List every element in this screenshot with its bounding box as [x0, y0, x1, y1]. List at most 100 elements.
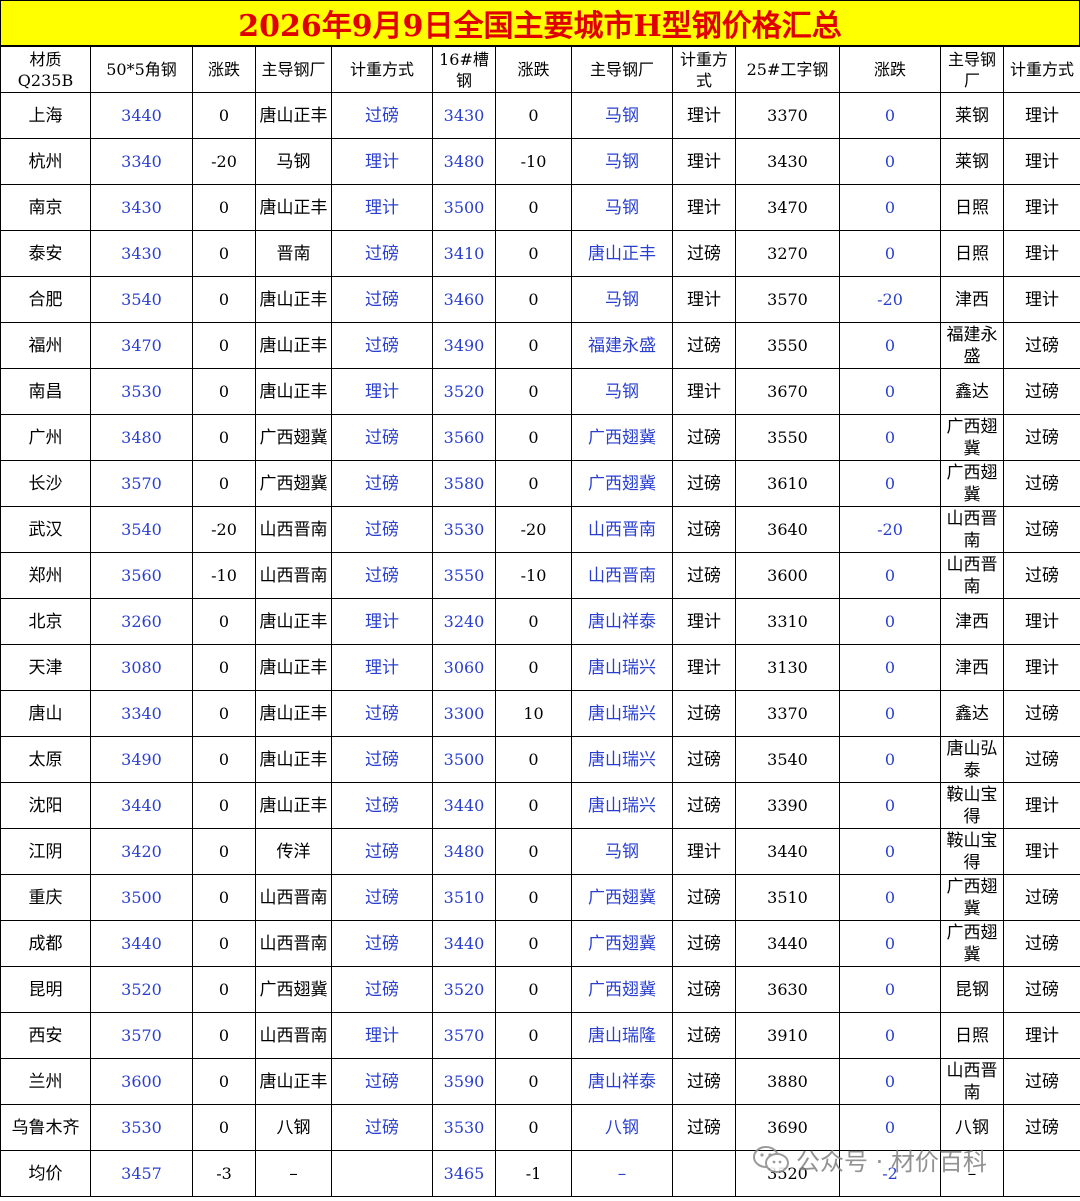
table-row: 长沙 3570 0 广西翅冀 过磅 3580 0 广西翅冀 过磅 3610 0 广西翅冀 过磅 [0, 460, 1080, 507]
cell-channel-mill: 唐山祥泰 [571, 1058, 673, 1105]
cell-angle-mill: 广西翅冀 [255, 966, 332, 1013]
cell-angle-weighing: 理计 [331, 1012, 433, 1059]
cell-ibeam-change: 0 [839, 644, 941, 691]
cell-ibeam-price: 3610 [735, 460, 840, 507]
cell-angle-weighing: 理计 [331, 598, 433, 645]
cell-angle-price: 3260 [90, 598, 193, 645]
cell-city: 长沙 [0, 460, 91, 507]
cell-angle-change: 0 [192, 690, 256, 737]
cell-city: 唐山 [0, 690, 91, 737]
cell-city: 成都 [0, 920, 91, 967]
cell-ibeam-weighing: 理计 [1003, 276, 1080, 323]
cell-channel-price: 3460 [432, 276, 496, 323]
cell-angle-change: 0 [192, 644, 256, 691]
cell-city: 均价 [0, 1150, 91, 1197]
table-row: 唐山 3340 0 唐山正丰 过磅 3300 10 唐山瑞兴 过磅 3370 0 鑫达 过磅 [0, 690, 1080, 737]
cell-ibeam-price: 3550 [735, 322, 840, 369]
cell-angle-weighing: 过磅 [331, 230, 433, 277]
cell-ibeam-price: 3440 [735, 920, 840, 967]
cell-ibeam-mill: 日照 [940, 1012, 1004, 1059]
cell-angle-price: 3560 [90, 552, 193, 599]
header-weighing-1: 计重方式 [331, 46, 433, 93]
cell-channel-weighing: 过磅 [672, 874, 736, 921]
cell-city: 江阴 [0, 828, 91, 875]
cell-angle-change: 0 [192, 1058, 256, 1105]
cell-channel-change: 0 [495, 828, 572, 875]
cell-angle-change: -10 [192, 552, 256, 599]
cell-angle-weighing: 过磅 [331, 414, 433, 461]
cell-channel-change: 0 [495, 874, 572, 921]
cell-channel-price: 3490 [432, 322, 496, 369]
cell-angle-price: 3430 [90, 184, 193, 231]
cell-ibeam-price: 3370 [735, 92, 840, 139]
cell-angle-mill: 山西晋南 [255, 920, 332, 967]
cell-city: 广州 [0, 414, 91, 461]
cell-angle-weighing: 过磅 [331, 1058, 433, 1105]
cell-angle-price: 3570 [90, 1012, 193, 1059]
cell-angle-mill: 唐山正丰 [255, 598, 332, 645]
cell-channel-change: 0 [495, 1012, 572, 1059]
cell-ibeam-mill: 鞍山宝得 [940, 782, 1004, 829]
cell-ibeam-price: 3690 [735, 1104, 840, 1151]
cell-angle-weighing: 理计 [331, 644, 433, 691]
cell-channel-mill: 马钢 [571, 138, 673, 185]
cell-channel-weighing: 理计 [672, 828, 736, 875]
cell-ibeam-weighing: 理计 [1003, 230, 1080, 277]
cell-ibeam-price: 3630 [735, 966, 840, 1013]
cell-ibeam-mill: 莱钢 [940, 92, 1004, 139]
header-weighing-2: 计重方式 [672, 46, 736, 93]
cell-angle-change: 0 [192, 1012, 256, 1059]
table-row: 天津 3080 0 唐山正丰 理计 3060 0 唐山瑞兴 理计 3130 0 津西 理计 [0, 644, 1080, 691]
cell-angle-weighing: 过磅 [331, 920, 433, 967]
cell-angle-mill: 山西晋南 [255, 506, 332, 553]
cell-angle-mill: 唐山正丰 [255, 690, 332, 737]
cell-ibeam-price: 3670 [735, 368, 840, 415]
table-row: 上海 3440 0 唐山正丰 过磅 3430 0 马钢 理计 3370 0 莱钢 理计 [0, 92, 1080, 139]
cell-ibeam-weighing: 过磅 [1003, 920, 1080, 967]
table-row: 太原 3490 0 唐山正丰 过磅 3500 0 唐山瑞兴 过磅 3540 0 唐山弘泰 过磅 [0, 736, 1080, 783]
cell-city: 福州 [0, 322, 91, 369]
header-change-3: 涨跌 [839, 46, 941, 93]
cell-angle-price: 3540 [90, 276, 193, 323]
cell-ibeam-price: 3470 [735, 184, 840, 231]
cell-ibeam-change: 0 [839, 460, 941, 507]
cell-ibeam-mill: 广西翅冀 [940, 874, 1004, 921]
cell-ibeam-mill: 鑫达 [940, 690, 1004, 737]
cell-angle-mill: 山西晋南 [255, 1012, 332, 1059]
cell-angle-weighing: 过磅 [331, 874, 433, 921]
cell-ibeam-mill: 津西 [940, 644, 1004, 691]
cell-channel-mill: 唐山瑞隆 [571, 1012, 673, 1059]
cell-channel-price: 3570 [432, 1012, 496, 1059]
cell-ibeam-price: 3430 [735, 138, 840, 185]
cell-angle-weighing [331, 1150, 433, 1197]
cell-angle-mill: 唐山正丰 [255, 644, 332, 691]
cell-angle-mill: 马钢 [255, 138, 332, 185]
cell-ibeam-weighing: 理计 [1003, 644, 1080, 691]
cell-channel-mill: 唐山正丰 [571, 230, 673, 277]
cell-channel-mill: 唐山瑞兴 [571, 736, 673, 783]
cell-angle-mill: 广西翅冀 [255, 460, 332, 507]
cell-channel-price: 3440 [432, 782, 496, 829]
cell-ibeam-price: 3440 [735, 828, 840, 875]
cell-channel-weighing: 理计 [672, 276, 736, 323]
cell-angle-mill: 唐山正丰 [255, 736, 332, 783]
cell-angle-change: 0 [192, 460, 256, 507]
cell-angle-change: 0 [192, 1104, 256, 1151]
cell-angle-price: 3600 [90, 1058, 193, 1105]
cell-angle-change: -20 [192, 506, 256, 553]
cell-channel-change: -20 [495, 506, 572, 553]
header-channel-steel: 16#槽钢 [432, 46, 496, 93]
cell-ibeam-change: 0 [839, 1058, 941, 1105]
cell-ibeam-change: 0 [839, 920, 941, 967]
price-table: 材质Q235B 50*5角钢 涨跌 主导钢厂 计重方式 16#槽钢 涨跌 主导钢… [0, 46, 1080, 1197]
header-material: 材质Q235B [0, 46, 91, 93]
cell-city: 昆明 [0, 966, 91, 1013]
cell-ibeam-change: 0 [839, 138, 941, 185]
cell-channel-price: 3530 [432, 1104, 496, 1151]
cell-angle-change: 0 [192, 414, 256, 461]
cell-angle-price: 3440 [90, 920, 193, 967]
cell-angle-price: 3440 [90, 92, 193, 139]
table-row: 杭州 3340 -20 马钢 理计 3480 -10 马钢 理计 3430 0 莱钢 理计 [0, 138, 1080, 185]
table-row: 泰安 3430 0 晋南 过磅 3410 0 唐山正丰 过磅 3270 0 日照 理计 [0, 230, 1080, 277]
header-weighing-3: 计重方式 [1003, 46, 1080, 93]
